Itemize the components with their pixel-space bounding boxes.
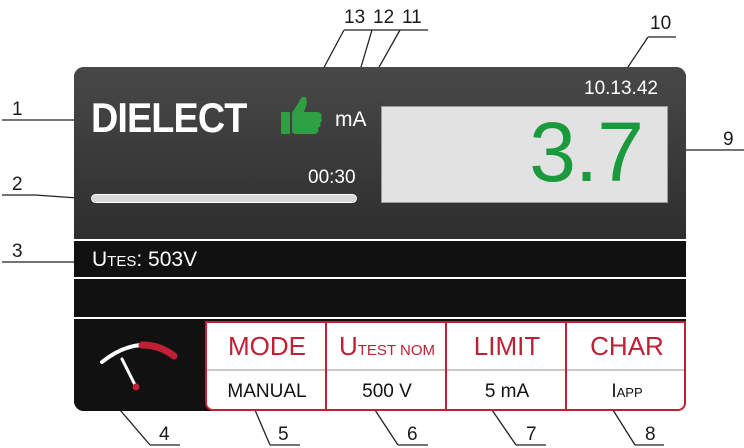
test-voltage-parameter: UTES: 503V	[92, 249, 197, 270]
softkey-divider	[207, 369, 327, 371]
parameter-prefix: U	[92, 248, 108, 271]
softkey-divider	[447, 369, 567, 371]
callout-number-13: 13	[344, 7, 366, 28]
callout-number-3: 3	[12, 241, 23, 262]
softkey-label: MODE	[228, 331, 306, 361]
softkey-value: MANUAL	[227, 381, 307, 402]
callout-number-7: 7	[526, 424, 537, 445]
softkey-value: 500 V	[362, 381, 412, 402]
clock-readout: 10.13.42	[584, 78, 658, 99]
callout-number-2: 2	[12, 174, 23, 195]
measured-value: 3.7	[529, 105, 644, 199]
softkey-char[interactable]: CHAR IAPP	[567, 323, 684, 409]
callout-number-10: 10	[650, 13, 672, 34]
separator-line	[74, 317, 686, 319]
callout-number-1: 1	[12, 99, 23, 120]
unit-label: mA	[335, 108, 367, 131]
callout-number-12: 12	[373, 7, 395, 28]
test-progress-bar	[91, 194, 357, 203]
parameter-subscript: TES	[107, 253, 137, 270]
softkey-bar: MODE MANUAL UTEST NOM 500 V LIMIT 5 mA C…	[205, 321, 686, 411]
softkey-value: IAPP	[611, 381, 643, 402]
softkey-label: LIMIT	[473, 331, 541, 361]
softkey-test-voltage[interactable]: UTEST NOM 500 V	[327, 323, 447, 409]
softkey-label: CHAR	[590, 331, 664, 361]
softkey-mode[interactable]: MODE MANUAL	[207, 323, 327, 409]
softkey-divider	[327, 369, 447, 371]
callout-number-11: 11	[402, 7, 422, 28]
softkey-value: 5 mA	[484, 381, 530, 402]
softkey-limit[interactable]: LIMIT 5 mA	[447, 323, 567, 409]
function-title: DIELECT	[91, 94, 247, 141]
softkey-label: UTEST NOM	[338, 331, 435, 361]
callout-number-9: 9	[723, 129, 734, 150]
measured-value-display: 3.7	[381, 106, 668, 203]
separator-line	[74, 277, 686, 279]
callout-number-8: 8	[645, 424, 656, 445]
thumbs-up-icon	[281, 96, 322, 134]
callout-number-4: 4	[159, 424, 170, 445]
analog-meter-panel[interactable]	[74, 329, 205, 411]
parameter-value: : 503V	[136, 248, 198, 271]
callout-number-5: 5	[278, 424, 289, 445]
analog-meter-icon	[100, 341, 178, 391]
softkey-divider	[567, 369, 684, 371]
test-progress-fill	[92, 195, 356, 202]
measurement-panel: DIELECT 10.13.42 mA 00:30 3.7	[74, 67, 686, 239]
timer-readout: 00:30	[308, 167, 356, 188]
separator-line	[74, 239, 686, 241]
callout-number-6: 6	[407, 424, 418, 445]
